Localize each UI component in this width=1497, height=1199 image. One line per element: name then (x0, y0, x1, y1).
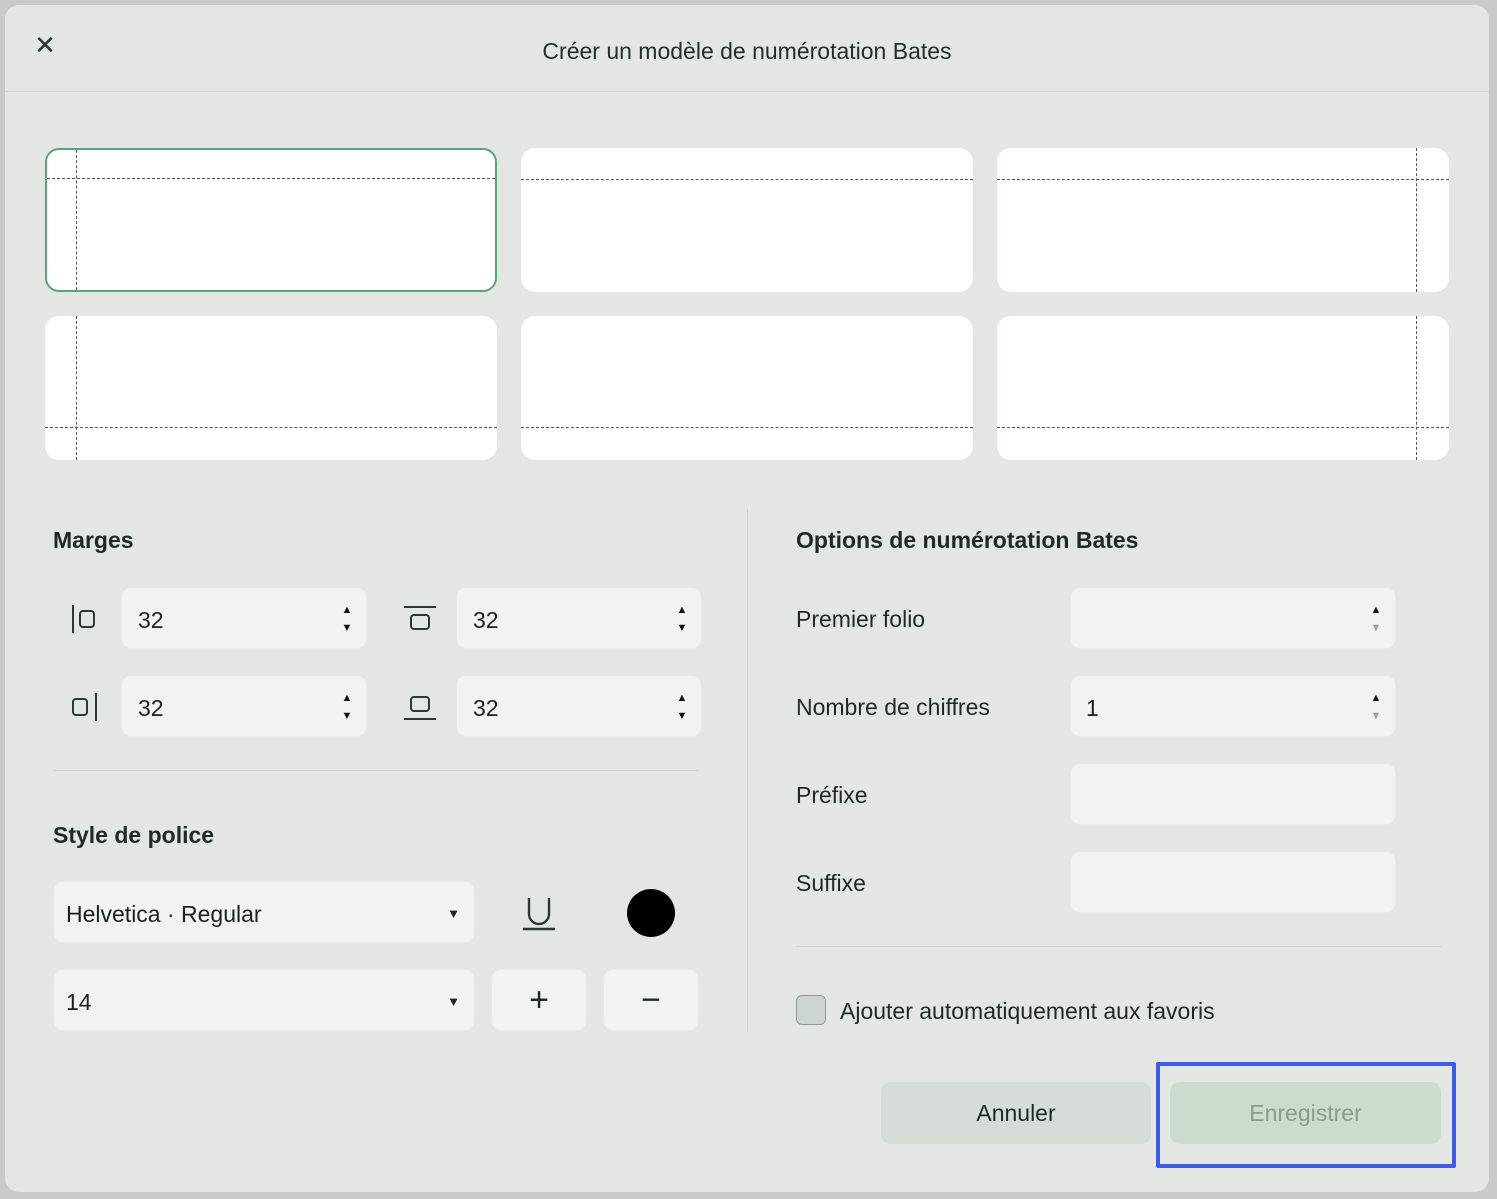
margin-left-icon (72, 605, 95, 633)
margin-bottom-input[interactable]: 32 ▲ ▼ (456, 675, 702, 737)
add-to-favorites-checkbox[interactable] (796, 995, 826, 1025)
font-color-swatch[interactable] (627, 889, 675, 937)
position-bottom-right[interactable] (997, 316, 1449, 460)
font-size-value: 14 (66, 989, 92, 1015)
stepper-arrows[interactable]: ▲ ▼ (675, 601, 689, 637)
guide-line (521, 179, 973, 180)
position-top-left[interactable] (45, 148, 497, 292)
guide-line (1416, 148, 1417, 292)
margin-left-value: 32 (138, 607, 164, 633)
margin-bottom-value: 32 (473, 695, 499, 721)
increase-font-size-button[interactable]: + (491, 969, 587, 1031)
guide-line (45, 427, 497, 428)
prefix-input[interactable] (1070, 763, 1396, 825)
digits-label: Nombre de chiffres (796, 694, 990, 720)
section-divider (53, 770, 699, 771)
guide-line (76, 150, 77, 290)
position-top-right[interactable] (997, 148, 1449, 292)
chevron-down-icon: ▼ (447, 994, 460, 1009)
stepper-arrows[interactable]: ▲ ▼ (340, 689, 354, 725)
position-bottom-left[interactable] (45, 316, 497, 460)
font-family-value: Helvetica · Regular (66, 901, 262, 927)
margin-top-input[interactable]: 32 ▲ ▼ (456, 587, 702, 649)
margin-top-icon (404, 606, 436, 630)
font-size-select[interactable]: 14 ▼ (53, 969, 475, 1031)
dialog-title: Créer un modèle de numérotation Bates (542, 38, 952, 64)
stepper-arrows[interactable]: ▲ ▼ (675, 689, 689, 725)
suffix-label: Suffixe (796, 870, 866, 896)
margin-top-value: 32 (473, 607, 499, 633)
stepper-arrows[interactable]: ▲ ▼ (340, 601, 354, 637)
margin-left-input[interactable]: 32 ▲ ▼ (121, 587, 367, 649)
margins-title: Marges (53, 527, 134, 553)
cancel-button[interactable]: Annuler (881, 1082, 1151, 1144)
margin-right-value: 32 (138, 695, 164, 721)
section-divider (796, 946, 1441, 947)
prefix-label: Préfixe (796, 782, 868, 808)
position-bottom-center[interactable] (521, 316, 973, 460)
stepper-arrows[interactable]: ▲ ▼ (1369, 601, 1383, 637)
position-top-center[interactable] (521, 148, 973, 292)
guide-line (521, 427, 973, 428)
bates-options-title: Options de numérotation Bates (796, 527, 1139, 553)
guide-line (76, 316, 77, 460)
decrease-font-size-button[interactable]: − (603, 969, 699, 1031)
margin-right-icon (72, 693, 97, 721)
start-number-label: Premier folio (796, 606, 926, 632)
font-style-title: Style de police (53, 822, 215, 848)
guide-line (997, 427, 1449, 428)
guide-line (997, 179, 1449, 180)
digits-input[interactable]: 1 ▲ ▼ (1070, 675, 1396, 737)
margin-right-input[interactable]: 32 ▲ ▼ (121, 675, 367, 737)
add-to-favorites-label[interactable]: Ajouter automatiquement aux favoris (840, 998, 1215, 1025)
column-divider (747, 509, 748, 1032)
suffix-input[interactable] (1070, 851, 1396, 913)
stepper-arrows[interactable]: ▲ ▼ (1369, 689, 1383, 725)
dialog-titlebar: ✕ Créer un modèle de numérotation Bates (5, 5, 1489, 92)
underline-icon[interactable] (519, 892, 559, 932)
digits-value: 1 (1086, 695, 1099, 721)
margin-bottom-icon (404, 696, 436, 720)
save-button-highlight (1156, 1062, 1456, 1168)
guide-line (47, 178, 495, 179)
font-family-select[interactable]: Helvetica · Regular ▼ (53, 881, 475, 943)
bates-template-dialog: ✕ Créer un modèle de numérotation Bates … (5, 5, 1489, 1192)
chevron-down-icon: ▼ (447, 906, 460, 921)
guide-line (1416, 316, 1417, 460)
start-number-input[interactable]: ▲ ▼ (1070, 587, 1396, 649)
